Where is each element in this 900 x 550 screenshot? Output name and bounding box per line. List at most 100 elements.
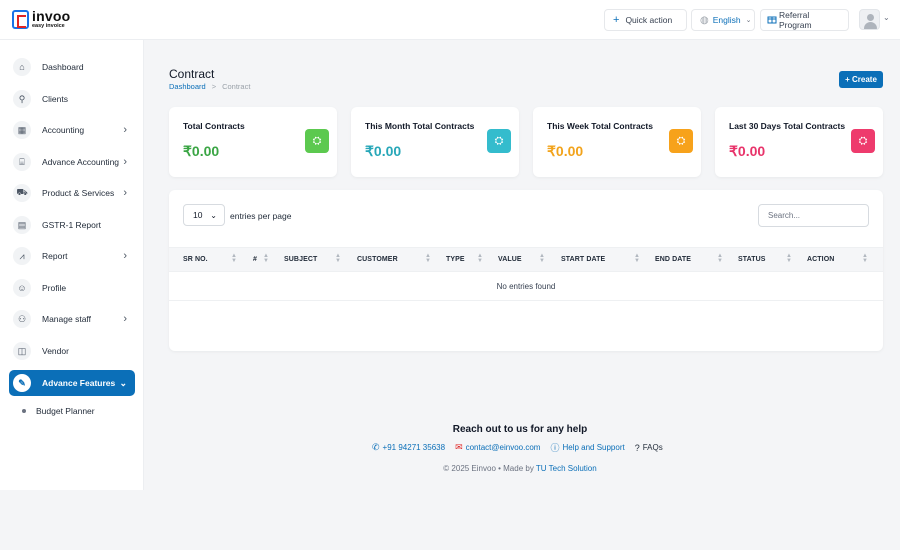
handshake-icon: ⛭ — [305, 129, 329, 153]
language-label: English — [712, 15, 741, 25]
sidebar-item-label: Dashboard — [42, 62, 84, 72]
sort-icon[interactable]: ▲ ▼ — [634, 253, 640, 264]
language-selector[interactable]: ◍ English ⌄ — [691, 9, 755, 31]
sort-icon[interactable]: ▲ ▼ — [335, 253, 341, 264]
home-icon: ⌂ — [13, 58, 31, 76]
users-icon: ⚇ — [13, 310, 31, 328]
phone-link[interactable]: ✆ +91 94271 35638 — [372, 441, 445, 454]
rocket-icon: ✎ — [13, 374, 31, 392]
column-header-customer[interactable]: CUSTOMER — [357, 256, 398, 263]
sort-icon[interactable]: ▲ ▼ — [231, 253, 237, 264]
sidebar-item-label: Advance Features — [42, 378, 116, 388]
sort-icon[interactable]: ▲ ▼ — [717, 253, 723, 264]
top-bar: invoo easy invoice + Quick action ◍ Engl… — [0, 0, 900, 40]
copyright: © 2025 Einvoo • Made by TU Tech Solution — [0, 464, 900, 473]
chevron-right-icon: › — [123, 250, 127, 262]
chart-line-icon: ⩘ — [13, 247, 31, 265]
sidebar-item-label: Advance Accounting — [42, 157, 120, 167]
calculator-icon: ▦ — [13, 121, 31, 139]
help-label: Help and Support — [562, 443, 625, 452]
breadcrumb-current: Contract — [222, 82, 251, 91]
company-link[interactable]: TU Tech Solution — [536, 464, 597, 473]
sort-icon[interactable]: ▲ ▼ — [862, 253, 868, 264]
sidebar-item-product-services[interactable]: ⛟ Product & Services › — [9, 180, 135, 206]
sidebar-item-gstr-1-report[interactable]: ▤ GSTR-1 Report — [9, 212, 135, 238]
sort-icon[interactable]: ▲ ▼ — [263, 253, 269, 264]
sort-icon[interactable]: ▲ ▼ — [477, 253, 483, 264]
faqs-label: FAQs — [642, 443, 663, 452]
column-header-status[interactable]: STATUS — [738, 256, 766, 263]
card-value: ₹0.00 — [547, 143, 584, 159]
gift-icon — [767, 14, 777, 27]
sidebar-item-clients[interactable]: ⚲ Clients — [9, 86, 135, 112]
referral-label: Referral Program — [779, 10, 812, 30]
column-header-end-date[interactable]: END DATE — [655, 256, 691, 263]
note-icon: ◫ — [13, 342, 31, 360]
globe-icon: ◍ — [700, 14, 709, 26]
sidebar-item-advance-features[interactable]: ✎ Advance Features ⌄ — [9, 370, 135, 396]
stat-card-total: Total Contracts ₹0.00 ⛭ — [169, 107, 337, 177]
user-plus-icon: ⚲ — [13, 90, 31, 108]
stat-card-last-30-days: Last 30 Days Total Contracts ₹0.00 ⛭ — [715, 107, 883, 177]
help-icon: ⓘ — [550, 443, 560, 453]
cart-icon: ⛟ — [13, 184, 31, 202]
column-header-start-date[interactable]: START DATE — [561, 256, 605, 263]
sort-icon[interactable]: ▲ ▼ — [425, 253, 431, 264]
column-header-subject[interactable]: SUBJECT — [284, 256, 317, 263]
sidebar-item-dashboard[interactable]: ⌂ Dashboard — [9, 54, 135, 80]
brand-name: invoo — [32, 8, 71, 24]
column-header-hash[interactable]: # — [253, 256, 257, 263]
card-label: This Week Total Contracts — [547, 121, 653, 131]
column-header-sr-no[interactable]: SR NO. — [183, 256, 208, 263]
sidebar-item-label: Profile — [42, 283, 67, 293]
bullet-icon — [22, 409, 26, 413]
search-input[interactable] — [758, 204, 869, 227]
question-icon: ? — [634, 442, 640, 453]
sidebar-subitem-budget-planner[interactable]: Budget Planner — [22, 406, 95, 416]
chevron-down-icon[interactable]: ⌄ — [883, 13, 890, 22]
avatar[interactable] — [859, 9, 880, 30]
quick-action-label: Quick action — [625, 15, 673, 25]
chevron-right-icon: › — [123, 313, 127, 325]
sidebar-item-profile[interactable]: ☺ Profile — [9, 275, 135, 301]
card-value: ₹0.00 — [365, 143, 402, 159]
sort-icon[interactable]: ▲ ▼ — [539, 253, 545, 264]
breadcrumb: Dashboard > Contract — [169, 82, 250, 91]
sidebar-item-manage-staff[interactable]: ⚇ Manage staff › — [9, 306, 135, 332]
quick-action-button[interactable]: + Quick action — [604, 9, 687, 31]
breadcrumb-separator-icon: > — [211, 82, 217, 91]
sidebar-item-accounting[interactable]: ▦ Accounting › — [9, 117, 135, 143]
email-address: contact@einvoo.com — [465, 443, 541, 452]
sidebar: ⌂ Dashboard ⚲ Clients ▦ Accounting › ⌸ A… — [0, 40, 144, 490]
faqs-link[interactable]: ? FAQs — [635, 441, 663, 454]
sort-icon[interactable]: ▲ ▼ — [786, 253, 792, 264]
email-link[interactable]: ✉ contact@einvoo.com — [455, 441, 540, 454]
chevron-down-icon: ⌄ — [210, 210, 217, 220]
help-support-link[interactable]: ⓘ Help and Support — [550, 441, 624, 454]
referral-program-button[interactable]: Referral Program — [760, 9, 849, 31]
file-icon: ▤ — [13, 216, 31, 234]
brand-tagline: easy invoice — [32, 23, 65, 29]
table-header: SR NO. ▲ ▼ # ▲ ▼ SUBJECT ▲ ▼ CUSTOMER ▲ ▼ TY… — [169, 247, 883, 272]
breadcrumb-home-link[interactable]: Dashboard — [169, 82, 206, 91]
sidebar-item-label: Report — [42, 251, 68, 261]
column-header-action[interactable]: ACTION — [807, 256, 834, 263]
column-header-value[interactable]: VALUE — [498, 256, 522, 263]
user-icon: ☺ — [13, 279, 31, 297]
column-header-type[interactable]: TYPE — [446, 256, 465, 263]
bank-icon: ⌸ — [13, 153, 31, 171]
card-label: Total Contracts — [183, 121, 245, 131]
chevron-right-icon: › — [123, 187, 127, 199]
create-button[interactable]: + Create — [839, 71, 883, 88]
sidebar-item-advance-accounting[interactable]: ⌸ Advance Accounting › — [9, 149, 135, 175]
chevron-right-icon: › — [123, 156, 127, 168]
chevron-down-icon: ⌄ — [119, 377, 127, 388]
sidebar-item-report[interactable]: ⩘ Report › — [9, 243, 135, 269]
sidebar-item-label: Clients — [42, 94, 68, 104]
brand-logo[interactable]: invoo easy invoice — [12, 9, 70, 30]
sidebar-item-vendor[interactable]: ◫ Vendor — [9, 338, 135, 364]
page-size-select[interactable]: 10 ⌄ — [183, 204, 225, 226]
copyright-text: © 2025 Einvoo • Made by — [443, 464, 536, 473]
card-label: Last 30 Days Total Contracts — [729, 121, 846, 131]
card-value: ₹0.00 — [183, 143, 220, 159]
